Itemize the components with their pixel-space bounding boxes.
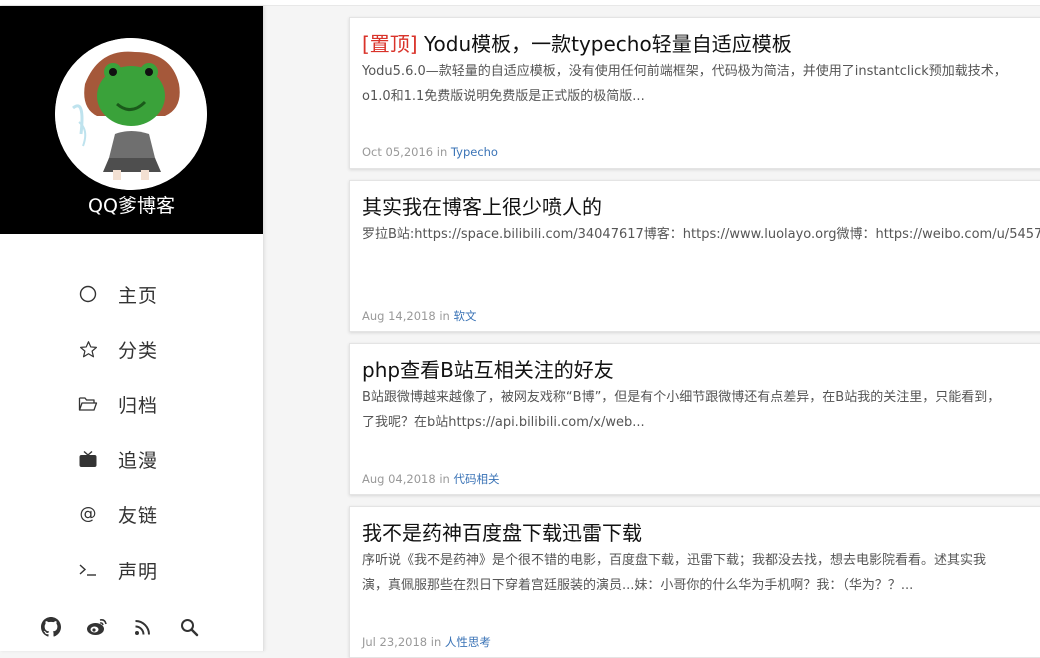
nav-label: 主页 <box>118 284 159 307</box>
meta-in: in <box>439 309 450 323</box>
meta-in: in <box>430 635 442 649</box>
nav-label: 追漫 <box>118 449 159 472</box>
meta-in: in <box>439 472 450 486</box>
post-meta: Oct 05,2016 in Typecho <box>362 145 498 159</box>
post-excerpt: 序听说《我不是药神》是个很不错的电影，百度盘下载，迅雷下载；我都没去找，想去电影… <box>362 553 987 593</box>
post-date: Jul 23,2018 <box>362 635 428 649</box>
post-title-text: 其实我在博客上很少喷人的 <box>362 195 602 219</box>
nav-item-anime[interactable]: 追漫 <box>78 443 158 475</box>
post-card: php查看B站互相关注的好友 B站跟微博越来越像了，被网友戏称“B博”，但是有个… <box>349 343 1040 495</box>
post-excerpt: Yodu5.6.0—款轻量的自适应模板，没有使用任何前端框架，代码极为简洁，并使… <box>362 64 1007 104</box>
post-category-link[interactable]: 软文 <box>453 309 476 323</box>
github-icon[interactable] <box>40 616 62 638</box>
post-category-link[interactable]: 人性思考 <box>445 635 491 649</box>
post-meta: Aug 04,2018 in 代码相关 <box>362 471 499 487</box>
at-icon: @ <box>79 504 97 524</box>
post-card: 其实我在博客上很少喷人的 罗拉B站:https://space.bilibili… <box>349 180 1040 332</box>
tv-icon <box>78 449 98 469</box>
post-title[interactable]: [置顶] Yodu模板，一款typecho轻量自适应模板 <box>362 30 792 58</box>
post-title[interactable]: php查看B站互相关注的好友 <box>362 356 614 384</box>
nav-item-statement[interactable]: 声明 <box>78 554 158 586</box>
rss-icon[interactable] <box>132 616 154 638</box>
post-title[interactable]: 其实我在博客上很少喷人的 <box>362 193 602 221</box>
post-category-link[interactable]: Typecho <box>451 145 498 159</box>
post-date: Oct 05,2016 <box>362 145 434 159</box>
nav-item-home[interactable]: 主页 <box>78 278 158 310</box>
profile-header: QQ爹博客 <box>0 6 263 234</box>
search-icon[interactable] <box>178 616 200 638</box>
post-date: Aug 04,2018 <box>362 472 436 486</box>
post-meta: Jul 23,2018 in 人性思考 <box>362 634 491 650</box>
post-excerpt: B站跟微博越来越像了，被网友戏称“B博”，但是有个小细节跟微博还有点差异，在B站… <box>362 390 1001 430</box>
nav-label: 分类 <box>118 339 159 362</box>
post-excerpt: 罗拉B站:https://space.bilibili.com/34047617… <box>362 227 1040 242</box>
meta-in: in <box>436 145 448 159</box>
post-title-text: php查看B站互相关注的好友 <box>362 358 614 382</box>
post-title-text: Yodu模板，一款typecho轻量自适应模板 <box>417 32 792 56</box>
post-date: Aug 14,2018 <box>362 309 436 323</box>
nav-item-links[interactable]: @ 友链 <box>78 498 158 530</box>
site-title[interactable]: QQ爹博客 <box>0 193 263 219</box>
folder-icon <box>78 394 98 414</box>
nav-label: 声明 <box>118 560 159 583</box>
nav-item-archive[interactable]: 归档 <box>78 388 158 420</box>
weibo-icon[interactable] <box>86 616 108 638</box>
post-category-link[interactable]: 代码相关 <box>453 472 499 486</box>
post-title-text: 我不是药神百度盘下载迅雷下载 <box>362 521 642 545</box>
circle-icon <box>78 284 98 304</box>
social-links <box>40 616 224 638</box>
sticky-badge: [置顶] <box>362 32 418 56</box>
nav-label: 归档 <box>118 394 159 417</box>
star-icon <box>78 339 98 359</box>
post-card: [置顶] Yodu模板，一款typecho轻量自适应模板 Yodu5.6.0—款… <box>349 17 1040 169</box>
sidebar: QQ爹博客 主页 分类 归档 追漫 @ 友链 声明 <box>0 6 264 651</box>
avatar[interactable] <box>55 38 207 190</box>
nav-label: 友链 <box>118 504 159 527</box>
terminal-icon <box>78 560 98 580</box>
post-meta: Aug 14,2018 in 软文 <box>362 308 476 324</box>
nav-item-category[interactable]: 分类 <box>78 333 158 365</box>
post-card: 我不是药神百度盘下载迅雷下载 序听说《我不是药神》是个很不错的电影，百度盘下载，… <box>349 506 1040 658</box>
post-title[interactable]: 我不是药神百度盘下载迅雷下载 <box>362 519 642 547</box>
